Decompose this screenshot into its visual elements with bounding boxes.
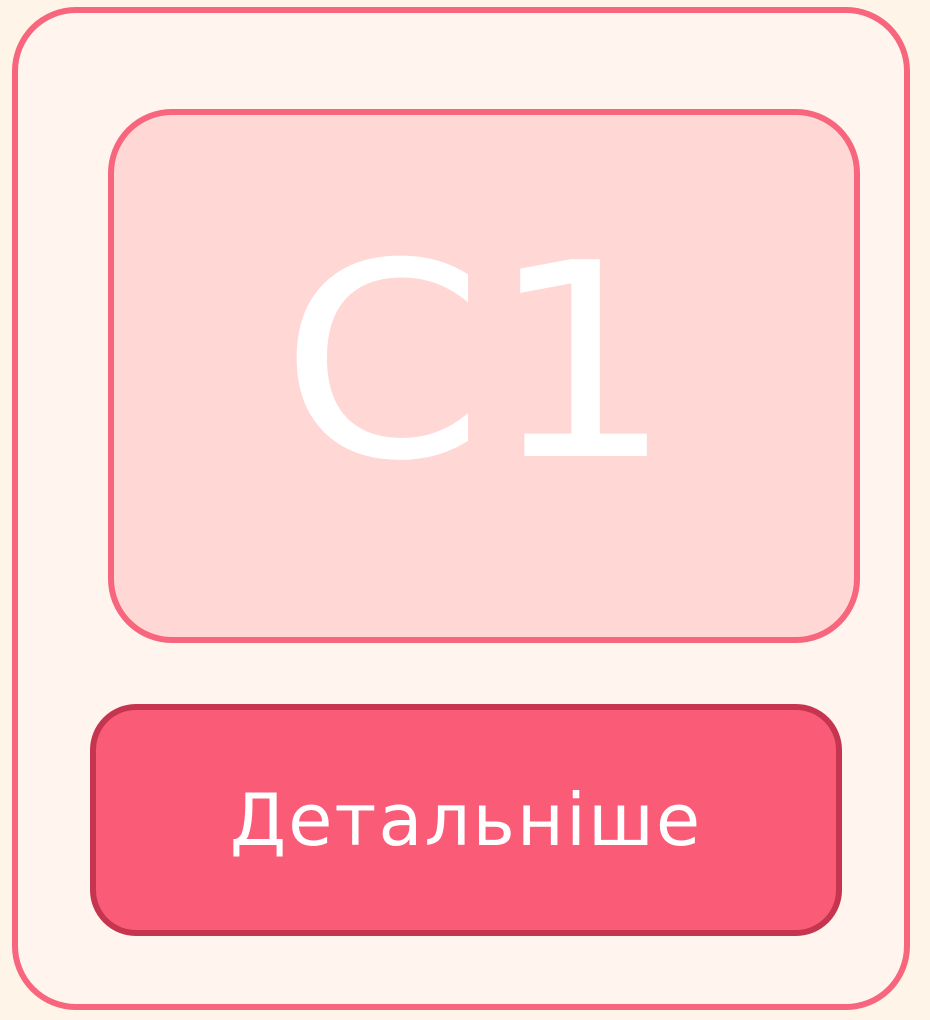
details-button[interactable]: Детальніше bbox=[90, 704, 842, 936]
level-panel: C1 bbox=[108, 109, 860, 643]
details-button-label: Детальніше bbox=[229, 778, 703, 862]
level-label: C1 bbox=[280, 205, 678, 520]
